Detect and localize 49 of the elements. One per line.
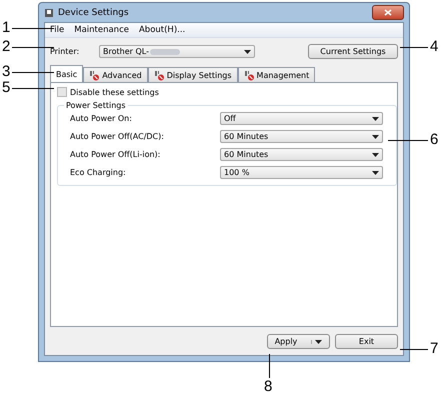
caret-icon — [372, 170, 379, 174]
group-title: Power Settings — [65, 101, 127, 110]
tab[interactable]: Management — [238, 67, 316, 82]
setting-dropdown[interactable]: 60 Minutes — [220, 148, 383, 161]
menu-item[interactable]: Maintenance — [69, 25, 134, 35]
leader-line — [12, 47, 54, 48]
callout-number: 4 — [430, 38, 438, 55]
tab[interactable]: Advanced — [83, 67, 148, 82]
leader-line — [400, 47, 428, 48]
callout-number: 1 — [2, 19, 10, 36]
tab[interactable]: Basic — [50, 65, 84, 82]
close-button[interactable] — [372, 5, 404, 20]
callout-number: 2 — [2, 38, 10, 55]
setting-dropdown[interactable]: 60 Minutes — [220, 130, 383, 143]
menu-item[interactable]: About(H)... — [134, 25, 190, 35]
callout-number: 8 — [264, 378, 272, 395]
setting-label: Auto Power Off(AC/DC): — [70, 132, 165, 141]
caret-icon — [244, 50, 251, 54]
caret-icon — [372, 152, 379, 156]
callout-number: 7 — [430, 340, 438, 357]
caret-icon — [315, 340, 322, 344]
leader-line — [12, 88, 54, 89]
leader-line — [12, 72, 54, 73]
setting-dropdown[interactable]: 100 % — [220, 166, 383, 179]
setting-dropdown[interactable]: Off — [220, 112, 383, 125]
checkbox[interactable] — [57, 87, 67, 97]
leader-line — [269, 354, 270, 378]
callout-number: 3 — [2, 63, 10, 80]
checkbox-label: Disable these settings — [70, 88, 159, 96]
exit-button[interactable]: Exit — [335, 334, 398, 349]
leader-line — [400, 349, 428, 350]
setting-label: Auto Power Off(Li-ion): — [70, 150, 162, 159]
setting-label: Auto Power On: — [70, 114, 133, 123]
current-settings-button[interactable]: Current Settings — [308, 44, 398, 59]
window-title: Device Settings — [58, 8, 129, 18]
blurred-text — [150, 48, 180, 54]
setting-label: Eco Charging: — [70, 168, 127, 177]
apply-button[interactable]: Apply — [267, 334, 330, 349]
printer-dropdown[interactable]: Brother QL- — [99, 45, 255, 58]
caret-icon — [372, 134, 379, 138]
caret-icon — [372, 116, 379, 120]
leader-line — [388, 140, 428, 141]
printer-label: Printer: — [50, 47, 80, 56]
printer-icon — [44, 8, 54, 18]
leader-line — [12, 28, 54, 29]
close-icon — [384, 9, 392, 16]
callout-number: 5 — [2, 79, 10, 96]
tab[interactable]: Display Settings — [148, 67, 238, 82]
callout-number: 6 — [430, 131, 438, 148]
